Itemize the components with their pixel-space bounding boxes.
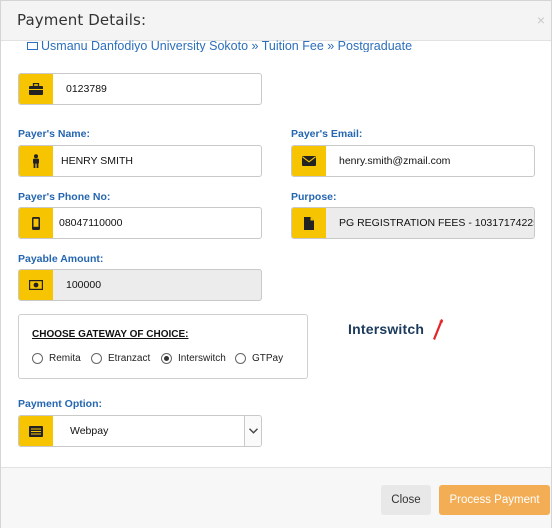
gateway-selector: CHOOSE GATEWAY OF CHOICE: Remita Etranza…: [18, 314, 308, 379]
payable-amount-label: Payable Amount:: [18, 253, 104, 265]
gateway-option-remita[interactable]: Remita: [32, 353, 81, 364]
gateway-title: CHOOSE GATEWAY OF CHOICE:: [32, 329, 189, 340]
close-button[interactable]: Close: [381, 485, 431, 515]
breadcrumb-text[interactable]: Usmanu Danfodiyo University Sokoto » Tui…: [41, 40, 412, 52]
payer-email-label: Payer's Email:: [291, 128, 363, 140]
payment-option-value: Webpay: [70, 425, 109, 437]
process-payment-button[interactable]: Process Payment: [439, 485, 550, 515]
modal-title: Payment Details:: [17, 11, 147, 29]
breadcrumb[interactable]: Usmanu Danfodiyo University Sokoto » Tui…: [27, 40, 412, 52]
radio-button[interactable]: [91, 353, 102, 364]
money-icon: [19, 270, 53, 300]
close-icon[interactable]: ×: [537, 12, 545, 28]
reference-value: 0123789: [66, 83, 107, 95]
chevron-down-icon[interactable]: [244, 416, 261, 446]
radio-button[interactable]: [32, 353, 43, 364]
payment-option-label: Payment Option:: [18, 398, 103, 410]
purpose-label: Purpose:: [291, 191, 337, 203]
mobile-phone-icon: [19, 208, 53, 238]
payable-amount-value: 100000: [66, 279, 102, 291]
gateway-option-gtpay[interactable]: GTPay: [235, 353, 283, 364]
modal-header: Payment Details: ×: [1, 1, 551, 41]
payer-phone-value: 08047110000: [59, 217, 123, 229]
payable-amount-field: 100000: [18, 269, 262, 301]
purpose-field: PG REGISTRATION FEES - 10317174225952: [291, 207, 535, 239]
payer-phone-field[interactable]: 08047110000: [18, 207, 262, 239]
payer-phone-label: Payer's Phone No:: [18, 191, 111, 203]
payer-email-field[interactable]: henry.smith@zmail.com: [291, 145, 535, 177]
credit-card-icon: [27, 42, 38, 50]
interswitch-logo-mark: [433, 319, 443, 340]
list-card-icon: [19, 416, 53, 446]
interswitch-logo: Interswitch: [348, 321, 425, 337]
gateway-option-etranzact[interactable]: Etranzact: [91, 353, 150, 364]
payer-name-value: HENRY SMITH: [61, 155, 133, 167]
payment-details-modal: Payment Details: × Usmanu Danfodiyo Univ…: [0, 0, 552, 528]
reference-field[interactable]: 0123789: [18, 73, 262, 105]
file-icon: [292, 208, 326, 238]
radio-button[interactable]: [235, 353, 246, 364]
gateway-option-interswitch[interactable]: Interswitch: [161, 353, 226, 364]
envelope-icon: [292, 146, 326, 176]
modal-footer: Close Process Payment: [1, 467, 551, 528]
person-icon: [19, 146, 53, 176]
briefcase-icon: [19, 74, 53, 104]
payer-name-label: Payer's Name:: [18, 128, 90, 140]
payment-option-select[interactable]: Webpay: [18, 415, 262, 447]
radio-button-selected[interactable]: [161, 353, 172, 364]
payer-email-value: henry.smith@zmail.com: [339, 155, 451, 167]
purpose-value: PG REGISTRATION FEES - 10317174225952: [339, 217, 535, 229]
payer-name-field[interactable]: HENRY SMITH: [18, 145, 262, 177]
